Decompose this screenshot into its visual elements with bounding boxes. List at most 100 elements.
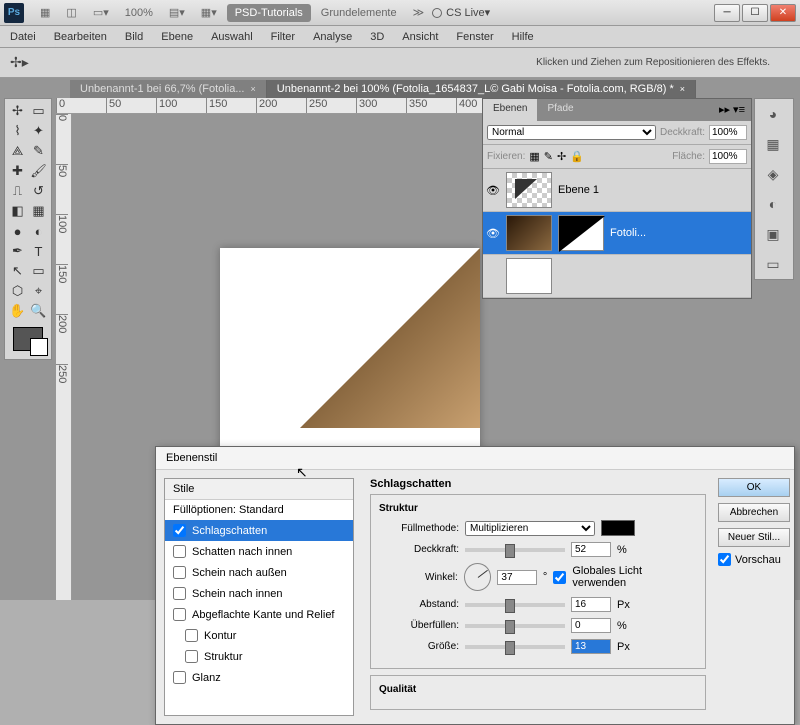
style-checkbox[interactable]: [173, 608, 186, 621]
menu-datei[interactable]: Datei: [10, 31, 36, 43]
dock-color-icon[interactable]: ◕: [755, 99, 791, 129]
path-tool[interactable]: ↖: [7, 261, 28, 281]
toolbar-item[interactable]: ▭▾: [87, 4, 115, 21]
blend-select[interactable]: Multiplizieren: [465, 521, 595, 536]
type-tool[interactable]: T: [28, 241, 49, 261]
history-tool[interactable]: ↺: [28, 181, 49, 201]
opacity-slider[interactable]: [465, 548, 565, 552]
style-contour[interactable]: Kontur: [165, 625, 353, 646]
workspace-selector[interactable]: Grundelemente: [315, 5, 403, 21]
layer-name[interactable]: Ebene 1: [558, 184, 599, 196]
dock-mask-icon[interactable]: ▣: [755, 219, 791, 249]
dock-nav-icon[interactable]: ▭: [755, 249, 791, 279]
layer-thumbnail[interactable]: [506, 258, 552, 294]
style-checkbox[interactable]: [173, 671, 186, 684]
cslive-button[interactable]: CS Live ▾: [432, 6, 490, 19]
menu-filter[interactable]: Filter: [271, 31, 295, 43]
toolbar-item[interactable]: ◫: [60, 4, 82, 21]
move-tool[interactable]: ✢: [7, 101, 28, 121]
zoom-level[interactable]: 100%: [119, 5, 159, 21]
menu-ansicht[interactable]: Ansicht: [402, 31, 438, 43]
panel-menu-icon[interactable]: ▸▸ ▾≡: [713, 99, 751, 121]
menu-analyse[interactable]: Analyse: [313, 31, 352, 43]
hand-tool[interactable]: ✋: [7, 301, 28, 321]
toolbar-item[interactable]: ▦: [34, 4, 56, 21]
dock-adjust-icon[interactable]: ◐: [755, 189, 791, 219]
layer-row[interactable]: [483, 255, 751, 298]
layer-row[interactable]: 👁 Ebene 1: [483, 169, 751, 212]
lock-icon[interactable]: ✢: [557, 150, 566, 163]
style-checkbox[interactable]: [185, 629, 198, 642]
lasso-tool[interactable]: ⌇: [7, 121, 28, 141]
crop-tool[interactable]: ⟁: [7, 141, 28, 161]
preview-checkbox-row[interactable]: Vorschau: [718, 553, 790, 566]
3d-tool[interactable]: ⬡: [7, 281, 28, 301]
toolbar-item[interactable]: ▤▾: [163, 4, 191, 21]
style-inner-shadow[interactable]: Schatten nach innen: [165, 541, 353, 562]
move-tool-icon[interactable]: ✢▸: [10, 54, 29, 71]
brush-tool[interactable]: 🖌: [28, 161, 49, 181]
minimize-button[interactable]: ─: [714, 4, 740, 22]
menu-ebene[interactable]: Ebene: [161, 31, 193, 43]
dock-layers-icon[interactable]: ◈: [755, 159, 791, 189]
blend-mode-select[interactable]: Normal: [487, 125, 656, 140]
eyedropper-tool[interactable]: ✎: [28, 141, 49, 161]
toolbar-item[interactable]: ▦▾: [195, 4, 223, 21]
lock-icon[interactable]: ✎: [544, 150, 553, 163]
cancel-button[interactable]: Abbrechen: [718, 503, 790, 522]
stamp-tool[interactable]: ⎍: [7, 181, 28, 201]
angle-dial[interactable]: [464, 563, 492, 591]
menu-bild[interactable]: Bild: [125, 31, 143, 43]
eraser-tool[interactable]: ◧: [7, 201, 28, 221]
gradient-tool[interactable]: ▦: [28, 201, 49, 221]
lock-icon[interactable]: 🔒: [570, 150, 584, 163]
style-checkbox[interactable]: [173, 566, 186, 579]
angle-input[interactable]: 37: [497, 570, 537, 585]
pen-tool[interactable]: ✒: [7, 241, 28, 261]
document-tab[interactable]: Unbenannt-2 bei 100% (Fotolia_1654837_L©…: [267, 80, 696, 98]
visibility-icon[interactable]: 👁: [486, 227, 500, 240]
new-style-button[interactable]: Neuer Stil...: [718, 528, 790, 547]
style-checkbox[interactable]: [185, 650, 198, 663]
size-input[interactable]: 13: [571, 639, 611, 654]
heal-tool[interactable]: ✚: [7, 161, 28, 181]
style-satin[interactable]: Glanz: [165, 667, 353, 688]
shadow-color[interactable]: [601, 520, 635, 536]
close-button[interactable]: ✕: [770, 4, 796, 22]
size-slider[interactable]: [465, 645, 565, 649]
ok-button[interactable]: OK: [718, 478, 790, 497]
menu-hilfe[interactable]: Hilfe: [512, 31, 534, 43]
tab-ebenen[interactable]: Ebenen: [483, 99, 537, 121]
styles-header[interactable]: Stile: [165, 479, 353, 500]
layer-name[interactable]: Fotoli...: [610, 227, 646, 239]
workspace-selector[interactable]: PSD-Tutorials: [227, 4, 311, 22]
document-tab[interactable]: Unbenannt-1 bei 66,7% (Fotolia...×: [70, 80, 267, 98]
style-blending-options[interactable]: Füllöptionen: Standard: [165, 500, 353, 520]
wand-tool[interactable]: ✦: [28, 121, 49, 141]
marquee-tool[interactable]: ▭: [28, 101, 49, 121]
close-icon[interactable]: ×: [680, 84, 685, 94]
menu-3d[interactable]: 3D: [370, 31, 384, 43]
visibility-icon[interactable]: 👁: [486, 184, 500, 197]
color-swatches[interactable]: [13, 327, 43, 351]
camera-tool[interactable]: ⌖: [28, 281, 49, 301]
menu-auswahl[interactable]: Auswahl: [211, 31, 253, 43]
close-icon[interactable]: ×: [251, 84, 256, 94]
more-icon[interactable]: ≫: [407, 4, 431, 21]
maximize-button[interactable]: ☐: [742, 4, 768, 22]
style-texture[interactable]: Struktur: [165, 646, 353, 667]
menu-fenster[interactable]: Fenster: [456, 31, 493, 43]
tab-pfade[interactable]: Pfade: [537, 99, 583, 121]
spread-input[interactable]: 0: [571, 618, 611, 633]
style-drop-shadow[interactable]: Schlagschatten: [165, 520, 353, 541]
distance-slider[interactable]: [465, 603, 565, 607]
distance-input[interactable]: 16: [571, 597, 611, 612]
style-inner-glow[interactable]: Schein nach innen: [165, 583, 353, 604]
style-checkbox[interactable]: [173, 545, 186, 558]
global-light-checkbox[interactable]: [553, 571, 566, 584]
zoom-tool[interactable]: 🔍: [28, 301, 49, 321]
layer-thumbnail[interactable]: [506, 172, 552, 208]
menu-bearbeiten[interactable]: Bearbeiten: [54, 31, 107, 43]
fill-value[interactable]: 100%: [709, 149, 747, 164]
style-checkbox[interactable]: [173, 587, 186, 600]
